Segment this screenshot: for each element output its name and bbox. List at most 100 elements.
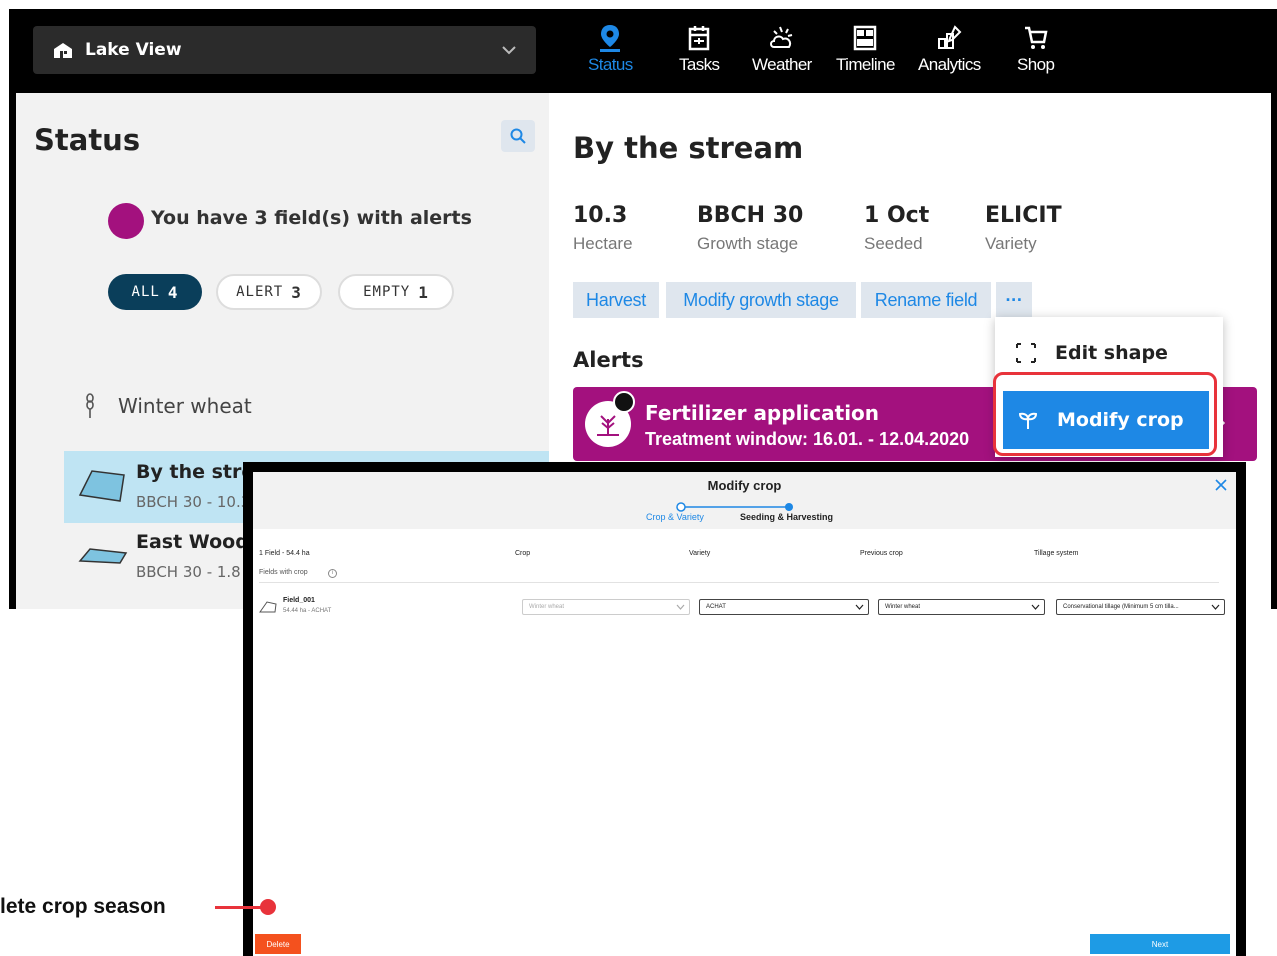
stat-growth-stage: BBCH 30 Growth stage [697, 203, 803, 254]
timeline-icon [854, 25, 877, 51]
step-seeding-harvesting[interactable]: Seeding & Harvesting [740, 512, 833, 522]
chevron-down-icon [1031, 604, 1040, 610]
field-title: By the stream [573, 131, 804, 165]
modify-crop-dialog-frame: Modify crop Crop & Variety Seeding & Har… [243, 462, 1246, 956]
select-value: ACHAT [706, 604, 726, 610]
filter-label: EMPTY [363, 284, 411, 300]
variety-column-header: Variety [689, 550, 711, 557]
nav-timeline[interactable]: Timeline [836, 23, 895, 75]
menu-item-label: Edit shape [1055, 342, 1168, 364]
edit-shape-icon [1016, 343, 1036, 363]
chevron-down-icon [1211, 604, 1220, 610]
chevron-down-icon [502, 46, 516, 55]
wheat-icon [86, 393, 94, 418]
stat-label: Variety [985, 234, 1037, 253]
field-details: 54.44 ha - ACHAT [283, 608, 332, 614]
nav-label: Weather [752, 55, 812, 74]
nav-weather[interactable]: Weather [752, 23, 812, 75]
search-button[interactable] [501, 120, 535, 152]
previous-crop-select[interactable]: Winter wheat [878, 599, 1045, 615]
select-value: Winter wheat [529, 604, 565, 610]
select-value: Winter wheat [885, 604, 921, 610]
farm-name: Lake View [85, 40, 182, 60]
nav-analytics[interactable]: Analytics [918, 23, 981, 75]
modify-crop-highlight [993, 372, 1217, 456]
map-pin-icon [600, 25, 621, 52]
nav-label: Timeline [836, 55, 895, 74]
chevron-down-icon [855, 604, 864, 610]
farm-icon [54, 43, 72, 58]
filter-alert[interactable]: ALERT 3 [216, 274, 322, 310]
previous-crop-column-header: Previous crop [860, 550, 903, 557]
analytics-icon [938, 25, 962, 49]
crop-select[interactable]: Winter wheat [522, 599, 690, 615]
nav-status[interactable]: Status [588, 23, 633, 75]
nav-label: Shop [1017, 55, 1055, 74]
nav-shop[interactable]: Shop [1017, 23, 1055, 75]
info-icon[interactable]: i [328, 569, 337, 578]
field-shape-icon [78, 470, 125, 502]
crop-column-header: Crop [515, 550, 531, 557]
top-navigation-bar: Lake View Status Tasks Weather Timeline … [9, 9, 1277, 93]
harvest-button[interactable]: Harvest [573, 282, 659, 318]
rename-field-button[interactable]: Rename field [861, 282, 991, 318]
field-shape-icon [259, 601, 277, 613]
nav-label: Tasks [679, 55, 720, 74]
farm-selector[interactable]: Lake View [33, 26, 536, 74]
stat-label: Hectare [573, 234, 633, 253]
tillage-system-select[interactable]: Conservational tillage (Minimum 5 cm til… [1056, 599, 1225, 615]
modify-growth-stage-button[interactable]: Modify growth stage [666, 282, 856, 318]
close-icon[interactable] [1214, 478, 1228, 492]
dialog-header: Modify crop Crop & Variety Seeding & Har… [253, 472, 1236, 529]
filter-count: 3 [291, 282, 302, 302]
search-icon [510, 128, 526, 144]
stat-value: 1 Oct [864, 203, 930, 228]
callout-line [215, 906, 265, 909]
delete-button[interactable]: Delete [255, 934, 301, 954]
select-value: Conservational tillage (Minimum 5 cm til… [1063, 604, 1179, 610]
owl-badge-icon [613, 391, 635, 413]
weather-icon [769, 26, 793, 48]
filter-all[interactable]: ALL 4 [108, 274, 202, 310]
alert-subtitle: Treatment window: 16.01. - 12.04.2020 [645, 429, 970, 449]
stat-label: Growth stage [697, 234, 799, 253]
step-crop-variety[interactable]: Crop & Variety [646, 512, 704, 522]
stat-value: BBCH 30 [697, 203, 804, 228]
stat-hectare: 10.3 Hectare [573, 203, 633, 254]
calendar-icon [688, 26, 710, 51]
nav-tasks[interactable]: Tasks [679, 23, 720, 75]
alert-title: Fertilizer application [645, 401, 880, 425]
fields-with-crop-label: Fields with crop [259, 569, 308, 576]
nav-label: Analytics [918, 55, 981, 74]
field-name: Field_001 [283, 597, 315, 604]
next-button[interactable]: Next [1090, 934, 1230, 954]
alerts-heading: Alerts [573, 348, 644, 372]
stat-value: 10.3 [573, 203, 628, 228]
field-name: East Wood [136, 531, 249, 553]
alert-indicator [108, 203, 144, 239]
chevron-down-icon [676, 604, 685, 610]
stat-label: Seeded [864, 234, 923, 253]
panel-title: Status [34, 123, 141, 157]
cart-icon [1024, 26, 1048, 49]
callout-dot [260, 899, 276, 915]
stat-value: ELICIT [985, 203, 1062, 228]
crop-group-label: Winter wheat [118, 394, 252, 418]
nav-label: Status [588, 55, 633, 74]
filter-label: ALL [131, 284, 160, 300]
alert-summary: You have 3 field(s) with alerts [151, 207, 472, 229]
filter-label: ALERT [236, 284, 284, 300]
crop-group-header: Winter wheat [82, 393, 252, 419]
dialog-title: Modify crop [707, 478, 782, 493]
tillage-column-header: Tillage system [1034, 550, 1079, 557]
filter-count: 4 [167, 282, 179, 302]
callout-label: lete crop season [0, 895, 166, 918]
stat-seeded: 1 Oct Seeded [864, 203, 929, 254]
divider [259, 582, 1219, 583]
modify-crop-dialog: Modify crop Crop & Variety Seeding & Har… [253, 472, 1236, 956]
variety-select[interactable]: ACHAT [699, 599, 869, 615]
more-options-button[interactable]: ··· [996, 282, 1032, 318]
field-shape-icon [78, 548, 128, 564]
field-count-header: 1 Field - 54.4 ha [259, 550, 310, 557]
filter-empty[interactable]: EMPTY 1 [338, 274, 454, 310]
